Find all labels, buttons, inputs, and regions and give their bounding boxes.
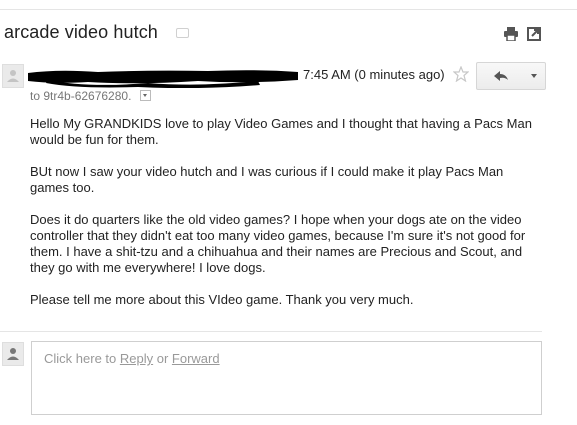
reply-button-group bbox=[476, 62, 546, 90]
body-paragraph: Please tell me more about this VIdeo gam… bbox=[30, 292, 414, 307]
more-options-button[interactable] bbox=[523, 62, 546, 90]
show-details-icon[interactable] bbox=[139, 90, 151, 101]
message-divider bbox=[0, 331, 542, 332]
forward-link[interactable]: Forward bbox=[172, 351, 220, 366]
recipient-line: to 9tr4b-62676280. bbox=[30, 89, 151, 103]
reply-middle: or bbox=[153, 351, 172, 366]
reply-box[interactable]: Click here to Reply or Forward bbox=[31, 341, 542, 415]
reply-icon bbox=[494, 71, 508, 81]
person-icon bbox=[2, 342, 24, 366]
reply-link[interactable]: Reply bbox=[120, 351, 153, 366]
body-paragraph: Hello My GRANDKIDS love to play Video Ga… bbox=[30, 116, 532, 147]
sender-name-redacted bbox=[28, 70, 298, 88]
print-icon[interactable] bbox=[503, 27, 519, 41]
message-body: Hello My GRANDKIDS love to play Video Ga… bbox=[30, 116, 540, 324]
reply-button[interactable] bbox=[476, 62, 524, 90]
message-time: 7:45 AM (0 minutes ago) bbox=[303, 67, 445, 82]
reply-prefix: Click here to bbox=[44, 351, 120, 366]
recipient-text: to 9tr4b-62676280. bbox=[30, 89, 132, 103]
top-divider bbox=[0, 9, 577, 10]
body-paragraph: BUt now I saw your video hutch and I was… bbox=[30, 164, 504, 195]
chevron-down-icon bbox=[531, 74, 537, 78]
label-icon[interactable] bbox=[176, 28, 189, 38]
subject-title: arcade video hutch bbox=[4, 22, 158, 42]
star-icon[interactable] bbox=[453, 66, 469, 82]
reply-prompt: Click here to Reply or Forward bbox=[44, 351, 220, 366]
body-paragraph: Does it do quarters like the old video g… bbox=[30, 212, 526, 275]
person-icon bbox=[2, 64, 24, 88]
new-window-icon[interactable] bbox=[527, 27, 541, 41]
